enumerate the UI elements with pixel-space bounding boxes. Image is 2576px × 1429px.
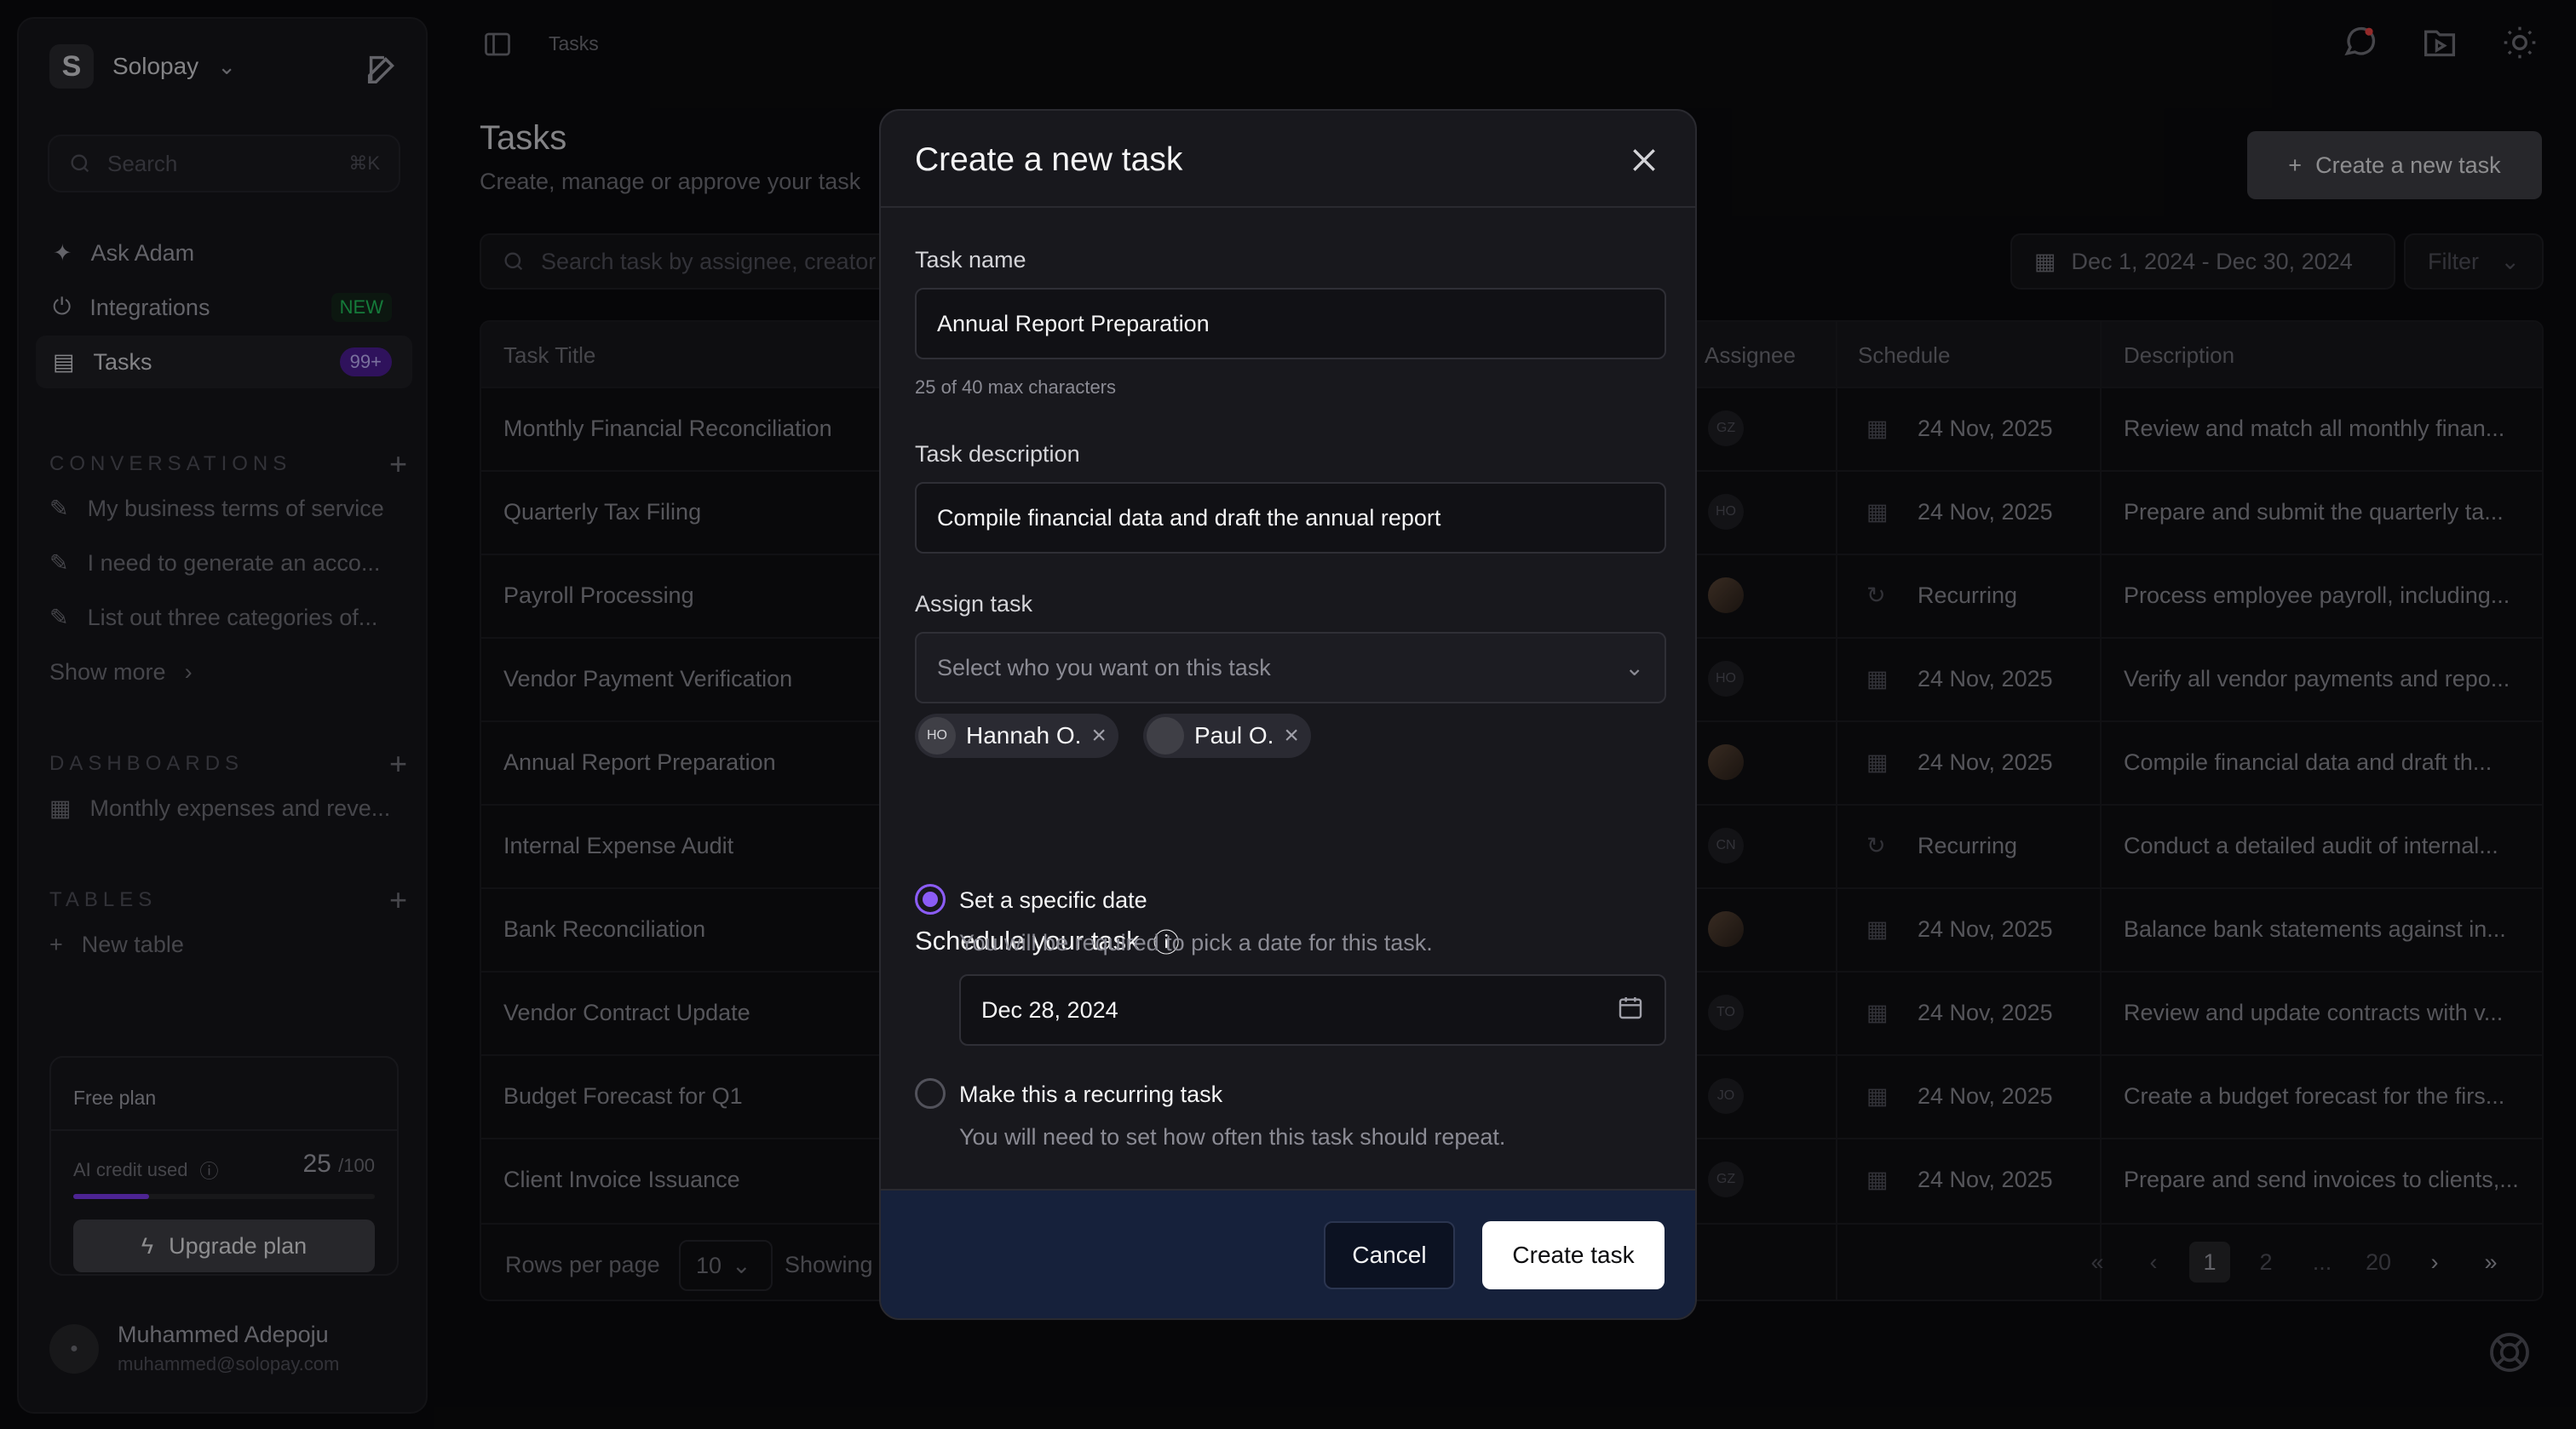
radio-recurring[interactable] bbox=[915, 1078, 946, 1109]
task-name-value: Annual Report Preparation bbox=[937, 310, 1210, 336]
assign-task-label: Assign task bbox=[915, 591, 1033, 617]
task-description-input[interactable]: Compile financial data and draft the ann… bbox=[915, 482, 1666, 554]
task-description-label: Task description bbox=[915, 441, 1080, 467]
assignee-name: Hannah O. bbox=[966, 722, 1082, 749]
assignee-chip: HO Hannah O. × bbox=[915, 714, 1118, 758]
specific-date-label[interactable]: Set a specific date bbox=[959, 887, 1147, 914]
remove-assignee-icon[interactable]: × bbox=[1091, 721, 1107, 750]
remove-assignee-icon[interactable]: × bbox=[1284, 721, 1299, 750]
assignee-select[interactable]: Select who you want on this task ⌄ bbox=[915, 632, 1666, 703]
cancel-button[interactable]: Cancel bbox=[1324, 1221, 1455, 1289]
create-task-button[interactable]: Create task bbox=[1482, 1221, 1665, 1289]
radio-specific-date[interactable] bbox=[915, 884, 946, 915]
recurring-label[interactable]: Make this a recurring task bbox=[959, 1082, 1222, 1108]
assignee-chip: Paul O. × bbox=[1143, 714, 1311, 758]
specific-date-description: You will be required to pick a date for … bbox=[959, 930, 1433, 956]
task-description-value: Compile financial data and draft the ann… bbox=[937, 504, 1441, 531]
task-name-input[interactable]: Annual Report Preparation bbox=[915, 288, 1666, 359]
avatar bbox=[1147, 717, 1184, 755]
recurring-description: You will need to set how often this task… bbox=[959, 1124, 1506, 1150]
date-value: Dec 28, 2024 bbox=[981, 996, 1118, 1023]
modal-header: Create a new task bbox=[881, 111, 1695, 208]
assignee-name: Paul O. bbox=[1194, 722, 1274, 749]
task-name-label: Task name bbox=[915, 247, 1026, 273]
modal-title: Create a new task bbox=[915, 141, 1183, 178]
app: S Solopay ⌄ Search ⌘K ✦ Ask Adam ⏻ Integ… bbox=[0, 0, 2576, 1429]
create-task-modal: Create a new task Task name Annual Repor… bbox=[879, 109, 1697, 1320]
chevron-down-icon: ⌄ bbox=[1624, 654, 1644, 680]
character-count: 25 of 40 max characters bbox=[915, 376, 1117, 398]
date-picker-input[interactable]: Dec 28, 2024 bbox=[959, 974, 1666, 1046]
close-icon[interactable] bbox=[1627, 143, 1661, 177]
calendar-icon[interactable] bbox=[1617, 994, 1644, 1027]
assignee-select-placeholder: Select who you want on this task bbox=[937, 654, 1271, 680]
avatar: HO bbox=[918, 717, 956, 755]
